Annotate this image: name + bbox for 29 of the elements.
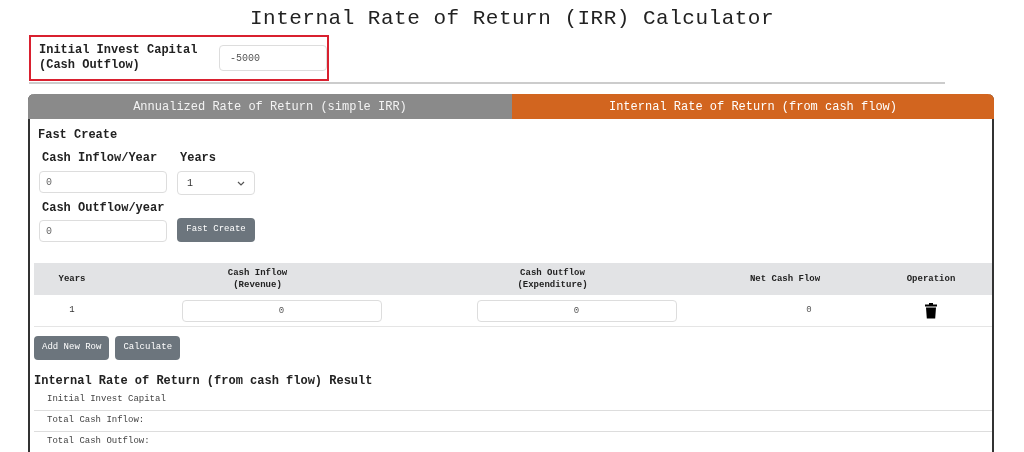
trash-icon[interactable]	[925, 302, 937, 319]
result-label: Total Cash Outflow:	[47, 435, 150, 449]
column-header: Cash Inflow (Revenue)	[227, 267, 288, 291]
result-label: Total Cash Inflow:	[47, 414, 145, 428]
column-header: Cash Outflow (Expenditure)	[517, 267, 588, 291]
table-cell-text: 1	[69, 303, 75, 317]
column-header: Years	[58, 273, 86, 285]
column-header: Operation	[906, 273, 956, 285]
input-field[interactable]: -5000	[219, 45, 327, 71]
years-dropdown[interactable]: 1	[177, 171, 255, 195]
field-label: Cash Inflow/Year	[41, 150, 159, 167]
result-label: Initial Invest Capital	[47, 393, 166, 407]
chevron-down-icon	[237, 180, 245, 186]
table-cell-text: 0	[806, 303, 812, 317]
input-field[interactable]: 0	[476, 299, 677, 322]
column-header: Net Cash Flow	[749, 273, 821, 285]
section-heading: Fast Create	[38, 127, 119, 144]
field-label: Initial Invest Capital (Cash Outflow)	[39, 43, 199, 73]
fast-create-button[interactable]: Fast Create	[177, 218, 255, 242]
tab[interactable]: Internal Rate of Return (from cash flow)	[512, 94, 994, 119]
input-field[interactable]: 0	[39, 171, 167, 193]
action-button[interactable]: Add New Row	[34, 336, 110, 360]
field-label: Cash Outflow/year	[41, 200, 166, 217]
result-heading: Internal Rate of Return (from cash flow) Result	[34, 373, 374, 390]
field-label: Years	[179, 150, 217, 167]
input-field[interactable]: 0	[39, 220, 167, 242]
input-field[interactable]: 0	[181, 299, 382, 322]
page-title: Internal Rate of Return (IRR) Calculator	[249, 6, 775, 32]
action-button[interactable]: Calculate	[115, 336, 181, 360]
